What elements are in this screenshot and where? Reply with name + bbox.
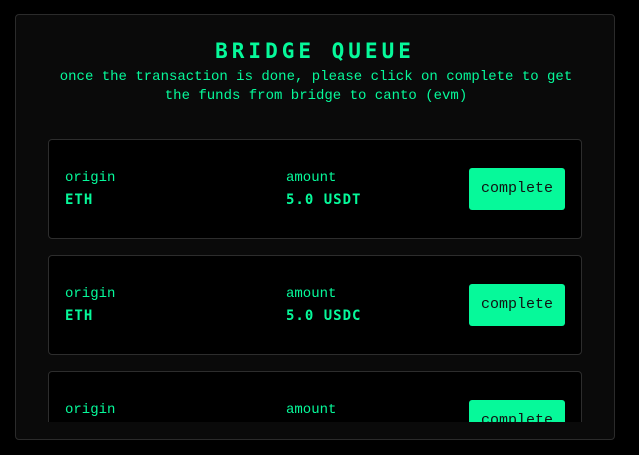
origin-label: origin [65, 286, 116, 302]
amount-label: amount [286, 286, 337, 302]
origin-value: ETH [65, 192, 94, 208]
queue-item: origin ETH amount 5.0 USDT complete [48, 139, 582, 239]
origin-label: origin [65, 170, 116, 186]
origin-value: ETH [65, 308, 94, 324]
amount-label: amount [286, 170, 337, 186]
amount-value: 5.0 USDC [286, 308, 362, 324]
page-title: BRIDGE QUEUE [215, 39, 415, 63]
complete-button[interactable]: complete [469, 400, 565, 422]
bridge-queue-list[interactable]: origin ETH amount 5.0 USDT complete orig… [48, 139, 582, 422]
amount-value: 5.0 USDT [286, 192, 362, 208]
bridge-queue-panel: BRIDGE QUEUE once the transaction is don… [15, 14, 615, 440]
page-subtitle: once the transaction is done, please cli… [59, 69, 573, 104]
queue-item: origin ETH amount 5.0 USDC complete [48, 255, 582, 355]
complete-button[interactable]: complete [469, 284, 565, 326]
complete-button[interactable]: complete [469, 168, 565, 210]
origin-label: origin [65, 402, 116, 418]
queue-item: origin amount complete [48, 371, 582, 422]
amount-label: amount [286, 402, 337, 418]
